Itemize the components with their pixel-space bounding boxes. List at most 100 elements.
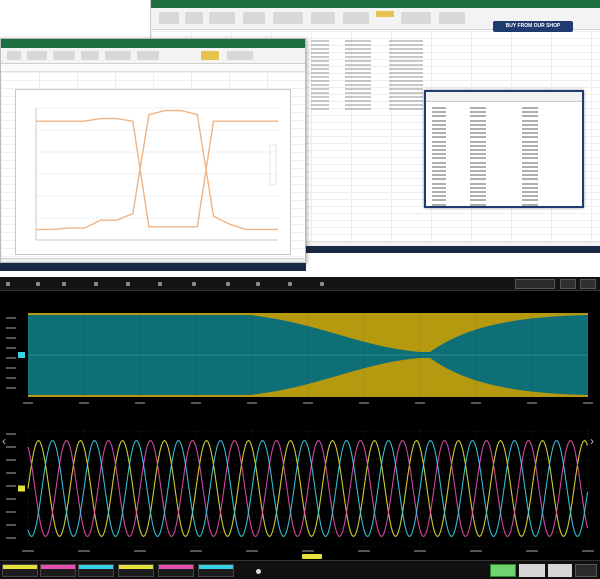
scope-tick-label	[246, 550, 258, 552]
scope-tick-label	[191, 402, 201, 404]
cell-value	[311, 100, 329, 102]
channel-tab-1[interactable]	[2, 564, 38, 577]
scope-tick-label	[6, 524, 16, 526]
menu-item[interactable]	[256, 279, 262, 289]
cell-value	[389, 96, 423, 98]
scope-tick-label	[6, 433, 16, 435]
trigger-button[interactable]	[548, 564, 572, 577]
chart-series-line	[36, 117, 278, 228]
cell-value	[389, 64, 423, 66]
ribbon-button[interactable]	[401, 12, 431, 24]
ribbon-button[interactable]	[27, 51, 47, 60]
cell-value	[345, 68, 371, 70]
excel-chart[interactable]	[15, 89, 291, 255]
back-sheet-data	[311, 40, 431, 112]
cell-value	[311, 40, 329, 42]
ribbon-button[interactable]	[7, 51, 21, 60]
channel-tab-2[interactable]	[40, 564, 76, 577]
cell-value	[345, 100, 371, 102]
cursors-icon	[158, 281, 162, 286]
front-excel-ribbon	[1, 48, 305, 64]
cell-value	[311, 56, 329, 58]
cell-value	[311, 64, 329, 66]
cell-value	[345, 108, 371, 110]
front-taskbar	[0, 263, 306, 271]
cell-value	[311, 60, 329, 62]
channel-tab-5[interactable]	[158, 564, 194, 577]
chevron-right-icon[interactable]: ›	[590, 435, 594, 447]
cell-value	[389, 40, 423, 42]
scope-tick-label	[190, 550, 202, 552]
ribbon-button[interactable]	[105, 51, 131, 60]
menu-item[interactable]	[226, 279, 232, 289]
clock-readout[interactable]	[575, 564, 597, 577]
scope-control-button[interactable]	[560, 279, 576, 289]
ribbon-button[interactable]	[439, 12, 465, 24]
scope-tick-label	[6, 357, 16, 359]
cell-value	[389, 84, 423, 86]
scope-tick-label	[23, 402, 33, 404]
channel-tab-3[interactable]	[78, 564, 114, 577]
scope-tick-label	[135, 402, 145, 404]
scope-display[interactable]	[0, 291, 600, 560]
scope-tick-label	[6, 347, 16, 349]
channel-marker	[18, 352, 25, 358]
cell-value	[389, 108, 423, 110]
run-status-button[interactable]	[490, 564, 516, 577]
cell-value	[311, 80, 329, 82]
cell-value	[389, 48, 423, 50]
cell-value	[389, 52, 423, 54]
scope-tick-label	[359, 402, 369, 404]
cell-value	[345, 92, 371, 94]
scope-tick-label	[79, 402, 89, 404]
menu-item[interactable]	[158, 279, 164, 289]
ribbon-button[interactable]	[227, 51, 253, 60]
scope-tick-label	[471, 402, 481, 404]
cell-value	[311, 76, 329, 78]
cell-value	[389, 72, 423, 74]
ribbon-button[interactable]	[273, 12, 303, 24]
menu-item[interactable]	[94, 279, 100, 289]
timebase-button[interactable]	[519, 564, 545, 577]
scope-readout[interactable]	[515, 279, 555, 289]
menu-item[interactable]	[6, 279, 12, 289]
menu-item[interactable]	[36, 279, 42, 289]
ribbon-button[interactable]	[343, 12, 369, 24]
cell-value	[311, 48, 329, 50]
ribbon-button[interactable]	[185, 12, 203, 24]
scope-tick-label	[470, 550, 482, 552]
cell-value	[389, 44, 423, 46]
chart-plot	[35, 107, 278, 241]
ribbon-button[interactable]	[209, 12, 235, 24]
menu-item[interactable]	[62, 279, 68, 289]
analysis-icon	[256, 281, 260, 286]
menu-item[interactable]	[192, 279, 198, 289]
cell-value	[311, 72, 329, 74]
ribbon-button[interactable]	[243, 12, 265, 24]
scope-tick-label	[6, 387, 16, 389]
scope-control-button[interactable]	[580, 279, 596, 289]
formula-bar[interactable]	[1, 64, 305, 72]
ribbon-button[interactable]	[311, 12, 335, 24]
cell-value	[345, 40, 371, 42]
cell-value	[389, 76, 423, 78]
dialog-row	[430, 203, 578, 207]
menu-item[interactable]	[288, 279, 294, 289]
ribbon-button[interactable]	[137, 51, 159, 60]
chevron-left-icon[interactable]: ‹	[2, 435, 6, 447]
channel-tab-4[interactable]	[118, 564, 154, 577]
ribbon-button[interactable]	[53, 51, 75, 60]
ribbon-button[interactable]	[159, 12, 179, 24]
scope-tick-label	[414, 550, 426, 552]
timebase-icon	[62, 281, 66, 286]
front-excel-window[interactable]	[0, 38, 306, 263]
ribbon-button[interactable]	[81, 51, 99, 60]
data-dialog[interactable]	[424, 90, 584, 208]
cell-value	[311, 68, 329, 70]
menu-item[interactable]	[126, 279, 132, 289]
channel-tab-6[interactable]	[198, 564, 234, 577]
back-excel-titlebar	[151, 0, 600, 8]
ribbon-button[interactable]	[201, 51, 219, 60]
shop-badge[interactable]: BUY FROM OUR SHOP	[493, 21, 573, 32]
menu-item[interactable]	[320, 279, 326, 289]
